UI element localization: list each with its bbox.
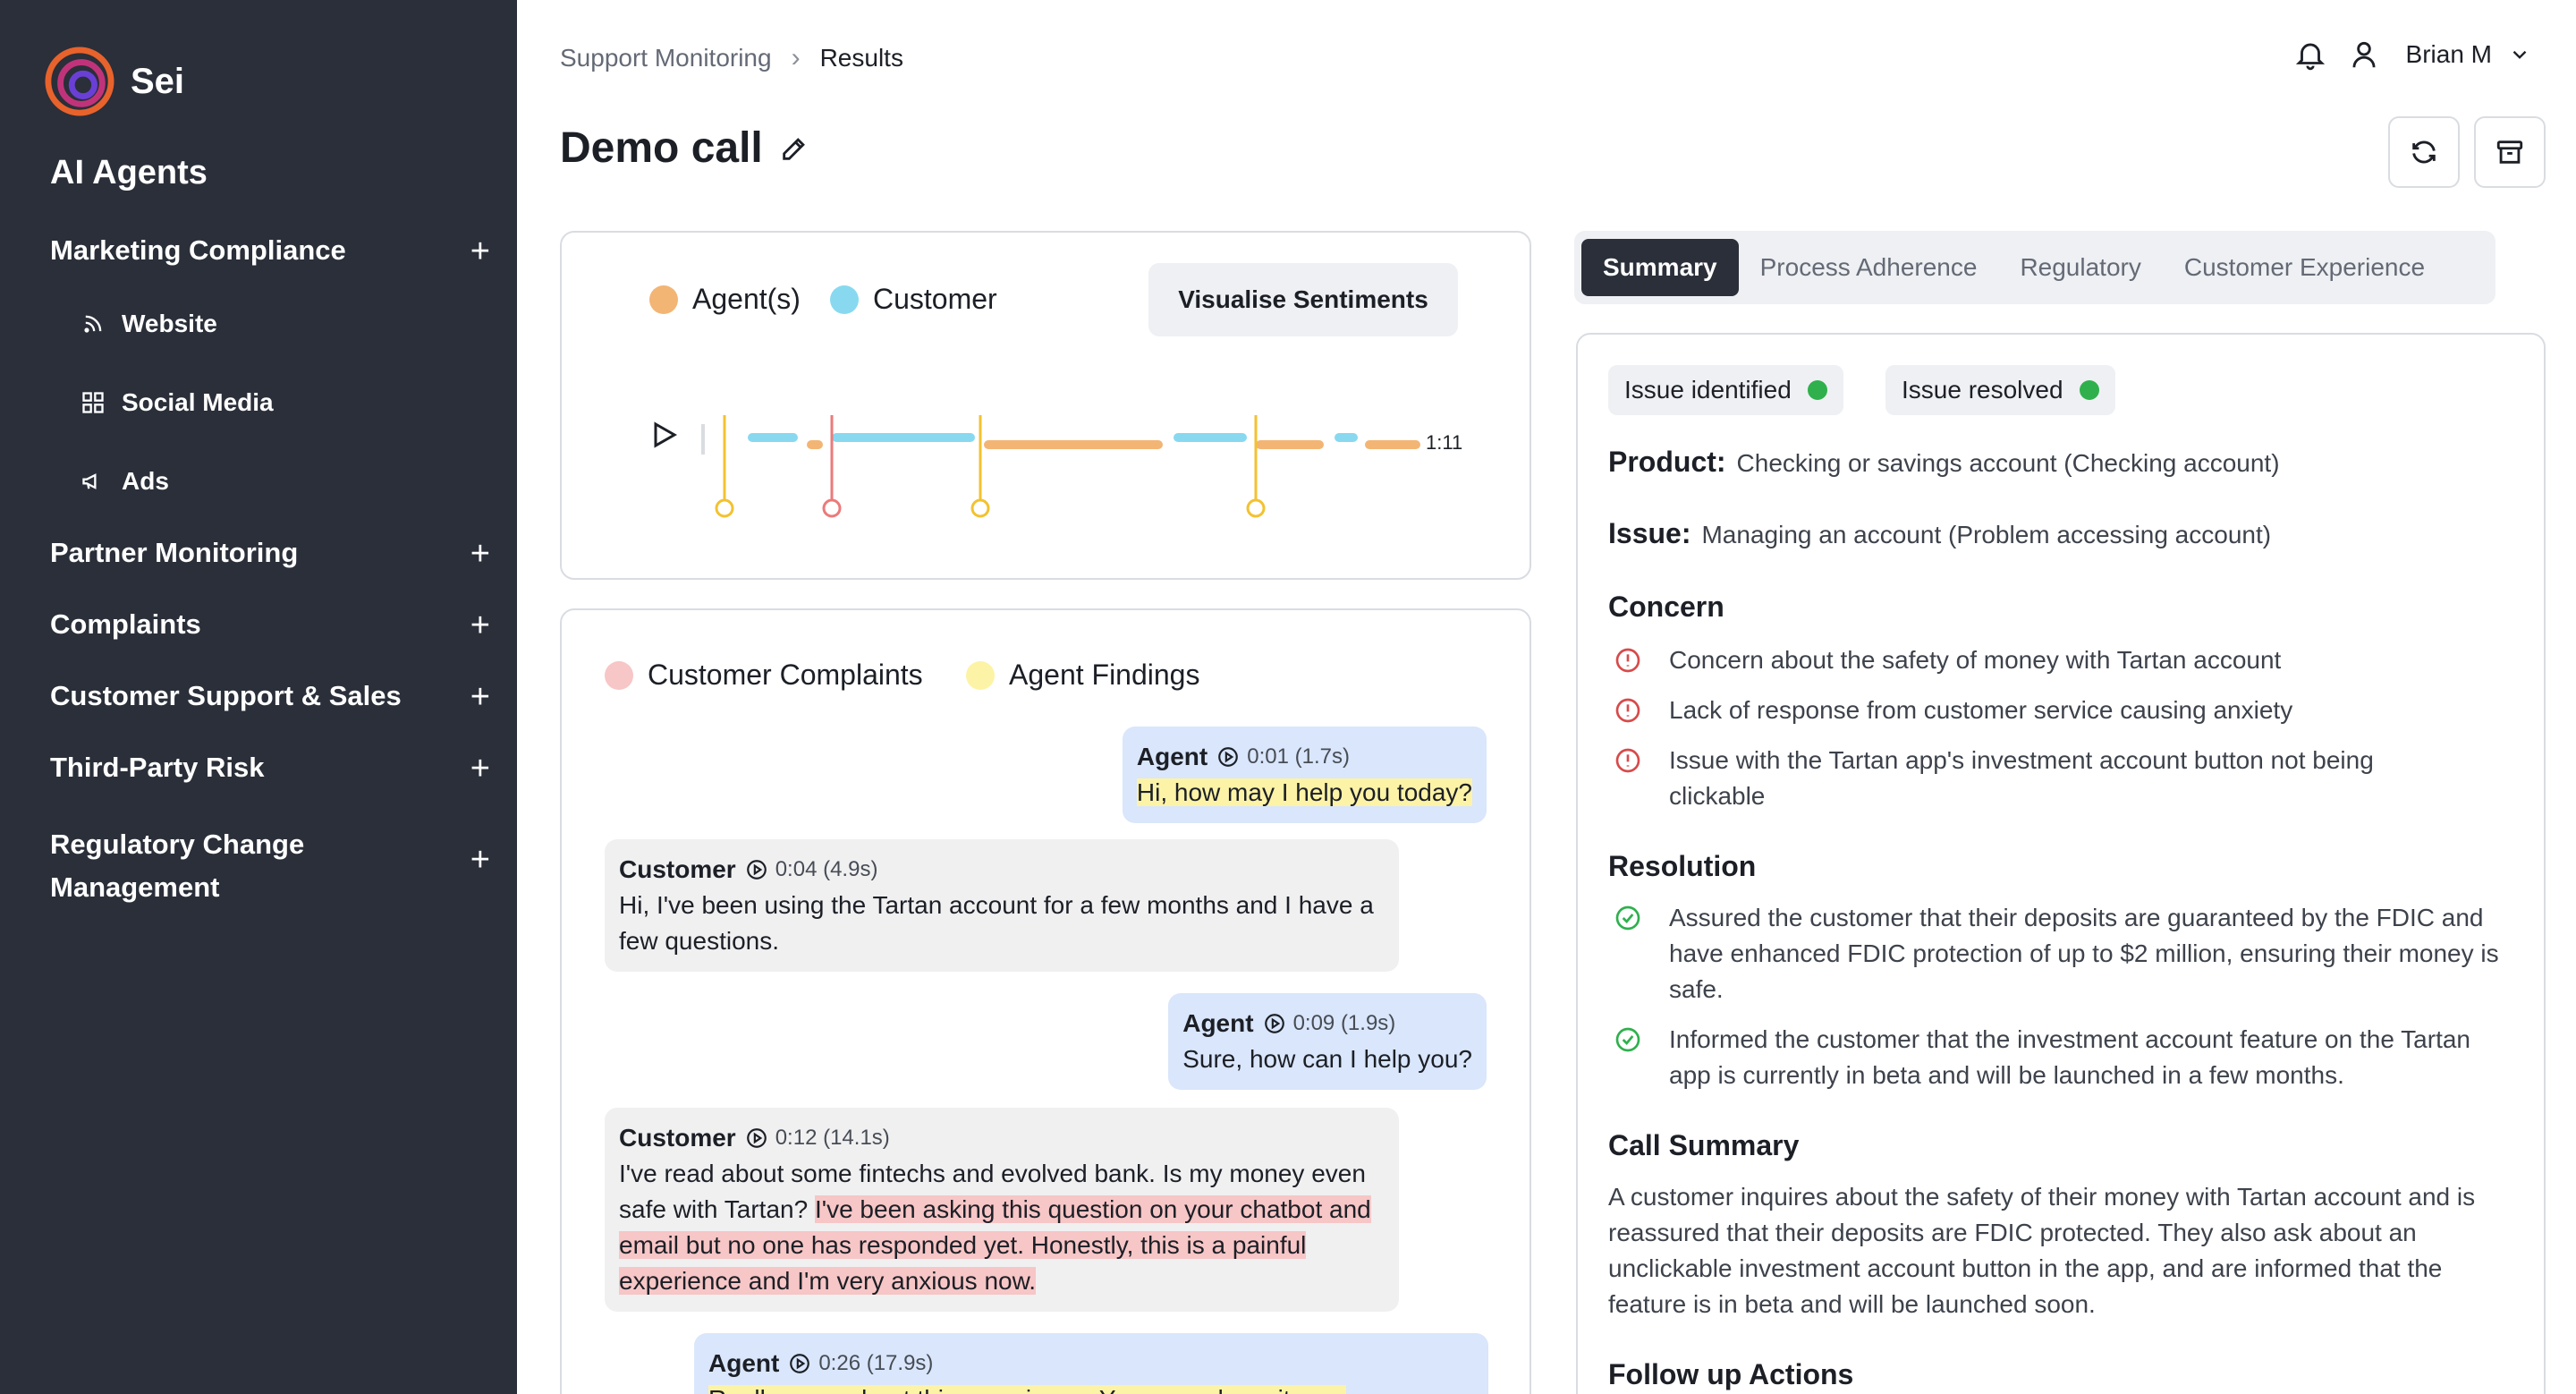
marker-2[interactable] — [822, 415, 842, 518]
marker-1[interactable] — [715, 415, 734, 518]
legend-customer-complaints: Customer Complaints — [605, 659, 923, 692]
message-agent-2: Agent 0:09 (1.9s) Sure, how can I help y… — [1168, 993, 1487, 1090]
resolution-item: Assured the customer that their deposits… — [1614, 900, 2517, 1007]
archive-icon — [2496, 140, 2523, 164]
finding-highlight: Really sorry about this experience. Yes,… — [708, 1385, 1346, 1394]
findings-dot — [966, 660, 995, 690]
plus-icon[interactable]: + — [470, 680, 490, 714]
bell-icon[interactable] — [2293, 38, 2327, 72]
tab-customer-experience[interactable]: Customer Experience — [2163, 239, 2446, 296]
play-circle-icon[interactable] — [1216, 745, 1240, 769]
sidebar-item-marketing-compliance[interactable]: Marketing Compliance + — [50, 234, 497, 268]
archive-button[interactable] — [2474, 116, 2546, 188]
call-summary-heading: Call Summary — [1608, 1129, 1800, 1161]
status-dot — [2079, 380, 2099, 400]
breadcrumb-support-monitoring[interactable]: Support Monitoring — [560, 44, 772, 72]
plus-icon[interactable]: + — [470, 608, 490, 642]
grid-icon — [82, 392, 104, 413]
concern-heading: Concern — [1608, 591, 1724, 623]
customer-dot — [830, 285, 859, 314]
summary-card: Issue identified Issue resolved Product:… — [1576, 333, 2546, 1394]
marker-4[interactable] — [1246, 415, 1266, 518]
sidebar-item-third-party-risk[interactable]: Third-Party Risk + — [50, 752, 497, 786]
rss-icon — [84, 315, 102, 333]
badge-issue-resolved: Issue resolved — [1885, 365, 2115, 415]
complaints-dot — [605, 660, 633, 690]
play-circle-icon[interactable] — [1263, 1012, 1286, 1035]
refresh-button[interactable] — [2388, 116, 2460, 188]
alert-circle-icon — [1615, 648, 1640, 673]
section-title: AI Agents — [50, 154, 208, 191]
tab-regulatory[interactable]: Regulatory — [1998, 239, 2162, 296]
breadcrumb-results: Results — [819, 44, 903, 72]
sidebar-item-regulatory-change-management[interactable]: Regulatory Change Management + — [50, 823, 497, 909]
message-agent-3: Agent 0:26 (17.9s) Really sorry about th… — [694, 1333, 1488, 1394]
user-icon[interactable] — [2347, 38, 2381, 72]
marker-3[interactable] — [970, 415, 990, 518]
badge-issue-identified: Issue identified — [1608, 365, 1843, 415]
issue-row: Issue: Managing an account (Problem acces… — [1608, 517, 2272, 549]
chevron-down-icon[interactable] — [2508, 43, 2531, 66]
user-area: Brian M — [2293, 38, 2531, 72]
sidebar-item-customer-support-sales[interactable]: Customer Support & Sales + — [50, 680, 497, 714]
follow-up-heading: Follow up Actions — [1608, 1358, 1854, 1390]
page-title: Demo call — [560, 123, 809, 173]
app-logo[interactable]: Sei — [45, 47, 184, 116]
message-agent-1: Agent 0:01 (1.7s) Hi, how may I help you… — [1122, 727, 1487, 823]
plus-icon[interactable]: + — [470, 752, 490, 786]
sei-logo-icon — [45, 47, 114, 116]
resolution-item: Informed the customer that the investmen… — [1614, 1022, 2517, 1093]
legend-agent: Agent(s) — [649, 283, 801, 316]
plus-icon[interactable]: + — [470, 234, 490, 268]
plus-icon[interactable]: + — [470, 537, 490, 571]
breadcrumb: Support Monitoring › Results — [560, 43, 903, 73]
sidebar-subitem-website[interactable]: Website — [80, 310, 217, 338]
megaphone-icon — [82, 473, 97, 489]
check-circle-icon — [1615, 1027, 1640, 1052]
user-name[interactable]: Brian M — [2406, 40, 2492, 69]
legend-customer: Customer — [830, 283, 997, 316]
agent-dot — [649, 285, 678, 314]
refresh-icon — [2412, 140, 2436, 164]
pencil-icon[interactable] — [779, 133, 809, 164]
alert-circle-icon — [1615, 698, 1640, 723]
play-circle-icon[interactable] — [745, 1126, 768, 1150]
app-name: Sei — [131, 61, 185, 101]
resolution-heading: Resolution — [1608, 850, 1757, 882]
audio-timeline[interactable] — [642, 394, 1420, 537]
alert-circle-icon — [1615, 748, 1640, 773]
legend-agent-findings: Agent Findings — [966, 659, 1199, 692]
audio-player-card: Agent(s) Customer Visualise Sentiments 1… — [560, 231, 1531, 580]
product-row: Product: Checking or savings account (Che… — [1608, 446, 2280, 478]
check-circle-icon — [1615, 905, 1640, 931]
play-circle-icon[interactable] — [788, 1352, 811, 1375]
concern-item: Lack of response from customer service c… — [1614, 693, 2517, 728]
tab-summary[interactable]: Summary — [1581, 239, 1739, 296]
concern-item: Issue with the Tartan app's investment a… — [1614, 743, 2517, 814]
audio-duration: 1:11 — [1426, 431, 1463, 454]
tab-process-adherence[interactable]: Process Adherence — [1739, 239, 1999, 296]
transcript-card: Customer Complaints Agent Findings Agent… — [560, 608, 1531, 1394]
sidebar-item-partner-monitoring[interactable]: Partner Monitoring + — [50, 537, 497, 571]
message-customer-1: Customer 0:04 (4.9s) Hi, I've been using… — [605, 839, 1399, 972]
concern-item: Concern about the safety of money with T… — [1614, 642, 2517, 678]
summary-tabs: Summary Process Adherence Regulatory Cus… — [1574, 231, 2496, 304]
status-dot — [1807, 380, 1827, 400]
sidebar-subitem-social-media[interactable]: Social Media — [80, 388, 274, 417]
chevron-right-icon: › — [791, 43, 801, 72]
call-summary-text: A customer inquires about the safety of … — [1608, 1183, 2476, 1318]
visualise-sentiments-button[interactable]: Visualise Sentiments — [1148, 263, 1458, 336]
play-circle-icon[interactable] — [745, 858, 768, 881]
message-customer-2: Customer 0:12 (14.1s) I've read about so… — [605, 1108, 1399, 1312]
sidebar-subitem-ads[interactable]: Ads — [80, 467, 169, 496]
plus-icon[interactable]: + — [470, 843, 490, 877]
sidebar: Sei AI Agents Marketing Compliance + Web… — [0, 0, 517, 1394]
sidebar-item-complaints[interactable]: Complaints + — [50, 608, 497, 642]
